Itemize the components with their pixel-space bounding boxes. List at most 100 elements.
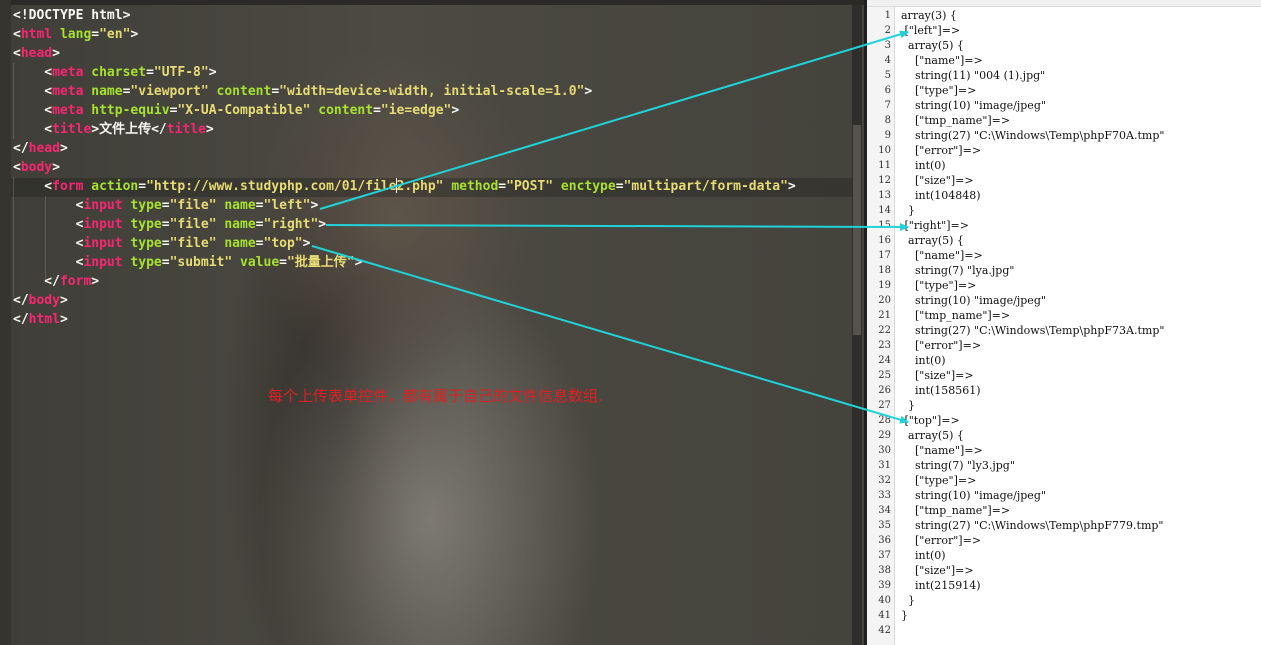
code-token-plain: >	[318, 217, 327, 232]
line-number: 36	[878, 535, 891, 546]
code-token-plain: <	[13, 179, 53, 194]
code-token-attr: charset	[91, 65, 147, 80]
code-token-tag: html	[20, 27, 53, 42]
code-line[interactable]: <head>	[13, 44, 796, 63]
output-line: 5 string(11) "004 (1).jpg"	[867, 68, 1261, 83]
line-number: 11	[878, 160, 891, 171]
code-token-plain: >	[451, 103, 460, 118]
output-line: 7 string(10) "image/jpeg"	[867, 98, 1261, 113]
code-line[interactable]: </form>	[13, 272, 796, 291]
line-number: 38	[878, 565, 891, 576]
code-line[interactable]: <input type="submit" value="批量上传">	[13, 253, 796, 272]
code-line[interactable]: </body>	[13, 291, 796, 310]
code-token-plain: =	[255, 198, 264, 213]
code-token-attr: http-equiv	[91, 103, 170, 118]
code-content[interactable]: <!DOCTYPE html> <html lang="en"> <head> <m…	[13, 6, 796, 329]
code-token-str: "submit"	[169, 255, 233, 270]
code-token-attr: enctype	[560, 179, 616, 194]
code-token-plain: >	[59, 141, 68, 156]
code-token-str: "http://www.studyphp.com/01/file	[146, 179, 397, 194]
code-token-attr: lang	[59, 27, 92, 42]
line-number: 33	[878, 490, 891, 501]
output-text: string(27) "C:\Windows\Temp\phpF779.tmp"	[901, 519, 1164, 532]
output-text: string(10) "image/jpeg"	[901, 294, 1046, 307]
code-line[interactable]: <form action="http://www.studyphp.com/01…	[13, 177, 796, 196]
output-line: 20 string(10) "image/jpeg"	[867, 293, 1261, 308]
output-text: ["type"]=>	[901, 84, 977, 97]
output-text: ["right"]=>	[901, 219, 969, 232]
line-number: 39	[878, 580, 891, 591]
code-token-plain: <	[13, 255, 84, 270]
code-editor[interactable]: <!DOCTYPE html> <html lang="en"> <head> <m…	[0, 0, 864, 645]
output-line: 37 int(0)	[867, 548, 1261, 563]
code-token-plain: <	[13, 84, 53, 99]
code-token-str: "en"	[99, 27, 131, 42]
code-token-plain: </	[13, 293, 29, 308]
editor-scrollbar-thumb[interactable]	[853, 125, 861, 335]
code-line[interactable]: <input type="file" name="right">	[13, 215, 796, 234]
output-line: 33 string(10) "image/jpeg"	[867, 488, 1261, 503]
line-number: 30	[878, 445, 891, 456]
line-number: 41	[878, 610, 891, 621]
code-line[interactable]: <title>文件上传</title>	[13, 120, 796, 139]
code-token-str: "file"	[169, 198, 217, 213]
code-token-plain: <	[13, 236, 84, 251]
code-token-attr: type	[130, 255, 162, 270]
code-token-tag: input	[83, 198, 123, 213]
output-text: ["size"]=>	[901, 564, 974, 577]
code-token-plain: >	[787, 179, 796, 194]
code-line[interactable]: </head>	[13, 139, 796, 158]
line-number: 6	[884, 85, 891, 96]
output-line: 30 ["name"]=>	[867, 443, 1261, 458]
code-line[interactable]: <html lang="en">	[13, 25, 796, 44]
code-line[interactable]: <body>	[13, 158, 796, 177]
output-text: array(5) {	[901, 39, 964, 52]
output-line: 29 array(5) {	[867, 428, 1261, 443]
line-number: 9	[884, 130, 891, 141]
code-token-plain: =	[255, 236, 264, 251]
code-line[interactable]: <meta name="viewport" content="width=dev…	[13, 82, 796, 101]
code-token-tag: head	[28, 141, 60, 156]
code-line[interactable]: <!DOCTYPE html>	[13, 6, 796, 25]
code-token-str: "UTF-8"	[153, 65, 209, 80]
code-token-plain: <	[13, 122, 53, 137]
code-token-plain: >	[354, 255, 363, 270]
code-line[interactable]: <input type="file" name="left">	[13, 196, 796, 215]
output-text: ["tmp_name"]=>	[901, 504, 1011, 517]
code-token-tag: title	[52, 122, 92, 137]
line-number: 31	[878, 460, 891, 471]
output-line: 40 }	[867, 593, 1261, 608]
code-token-tag: form	[59, 274, 92, 289]
code-line[interactable]: <input type="file" name="top">	[13, 234, 796, 253]
output-line: 31 string(7) "ly3.jpg"	[867, 458, 1261, 473]
annotation-note: 每个上传表单控件，都有属于自己的文件信息数组.	[268, 387, 603, 405]
code-token-attr: action	[91, 179, 139, 194]
code-line[interactable]: <meta charset="UTF-8">	[13, 63, 796, 82]
output-line: 23 ["error"]=>	[867, 338, 1261, 353]
code-token-attr: value	[240, 255, 280, 270]
output-text: array(5) {	[901, 429, 964, 442]
code-token-plain: =	[279, 255, 287, 270]
output-line: 21 ["tmp_name"]=>	[867, 308, 1261, 323]
output-lines: 1 array(3) {2 ["left"]=> 3 array(5) {4 ["n…	[867, 8, 1261, 638]
output-text: ["tmp_name"]=>	[901, 114, 1011, 127]
code-token-plain: =	[161, 255, 170, 270]
output-text: array(3) {	[901, 9, 957, 22]
code-token-str: "X-UA-Compatible"	[177, 103, 311, 118]
output-text: int(0)	[901, 549, 946, 562]
code-token-plain: >	[208, 65, 217, 80]
code-token-str: "viewport"	[130, 84, 209, 99]
code-line[interactable]: <meta http-equiv = "X-UA-Compatible" conte…	[13, 101, 796, 120]
output-text: int(104848)	[901, 189, 981, 202]
code-token-plain: =	[615, 179, 624, 194]
code-token-attr: content	[216, 84, 272, 99]
code-token-plain: <	[13, 46, 21, 61]
output-text: }	[901, 609, 908, 622]
code-token-attr: method	[451, 179, 499, 194]
output-text: ["top"]=>	[901, 414, 960, 427]
line-number: 17	[878, 250, 891, 261]
code-token-plain: <	[13, 217, 84, 232]
line-number: 12	[878, 175, 891, 186]
code-line[interactable]: </html>	[13, 310, 796, 329]
